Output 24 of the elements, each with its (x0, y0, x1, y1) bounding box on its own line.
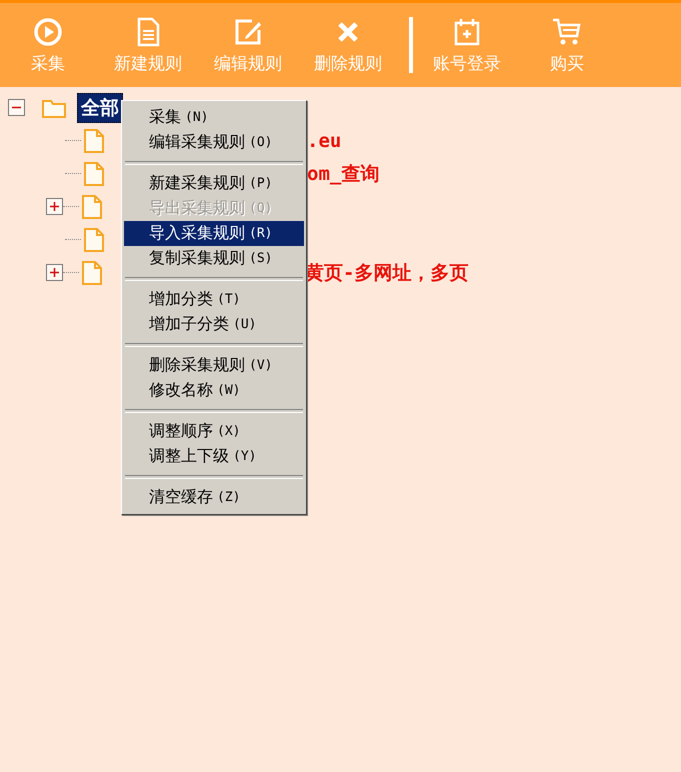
menu-item[interactable]: 修改名称 (W) (124, 378, 304, 403)
tree-item[interactable]: .eu (307, 130, 342, 152)
document-icon (81, 194, 103, 220)
play-icon (32, 16, 64, 48)
document-icon (83, 226, 105, 252)
menu-item[interactable]: 清空缓存 (Z) (124, 485, 304, 510)
menu-item[interactable]: 调整顺序 (X) (124, 419, 304, 444)
menu-item[interactable]: 新建采集规则 (P) (124, 171, 304, 196)
document-icon (83, 128, 105, 154)
tree-item[interactable]: om_查询 (307, 160, 380, 186)
menu-item[interactable]: 采集 (N) (124, 105, 304, 130)
menu-item[interactable]: 复制采集规则 (S) (124, 246, 304, 271)
menu-item[interactable]: 增加分类 (T) (124, 287, 304, 312)
menu-item[interactable]: 调整上下级 (Y) (124, 444, 304, 469)
expander-icon[interactable] (46, 198, 63, 215)
document-icon (83, 160, 105, 186)
menu-item[interactable]: 增加子分类 (U) (124, 312, 304, 337)
menu-item[interactable]: 删除采集规则 (V) (124, 353, 304, 378)
expander-icon[interactable] (46, 264, 63, 281)
tree-item[interactable]: 全部 (77, 92, 123, 122)
menu-item[interactable]: 编辑采集规则 (O) (124, 130, 304, 155)
expander-icon[interactable] (8, 99, 25, 116)
document-icon (81, 260, 103, 286)
menu-item[interactable]: 导入采集规则 (R) (124, 221, 304, 246)
